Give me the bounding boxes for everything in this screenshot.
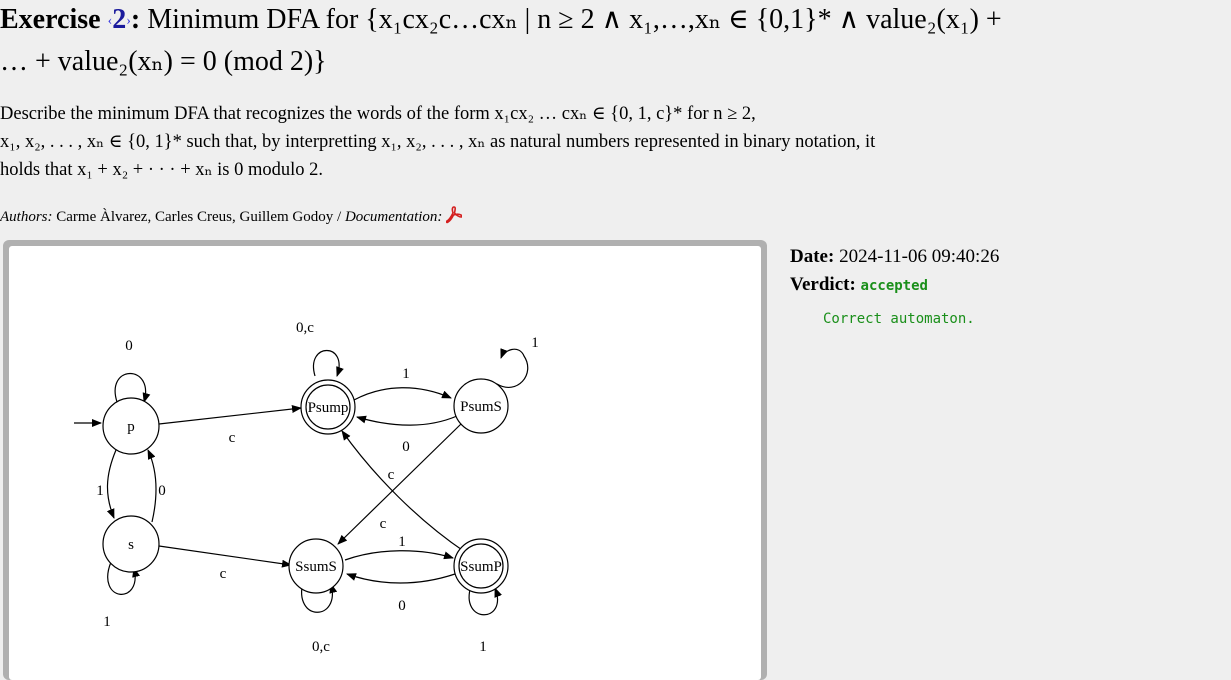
exercise-number[interactable]: 2: [112, 4, 126, 35]
transition-label: 1: [103, 614, 111, 630]
authors-line: Authors: Carme Àlvarez, Carles Creus, Gu…: [0, 206, 463, 226]
verdict-message: Correct automaton.: [823, 311, 975, 327]
transition-label: 0,c: [312, 639, 330, 655]
authors-names: Carme Àlvarez, Carles Creus, Guillem God…: [56, 209, 334, 225]
state-label: s: [128, 537, 134, 553]
problem-description: Describe the minimum DFA that recognizes…: [0, 100, 990, 184]
edge-psums-psump: [356, 415, 458, 426]
transition-label: c: [229, 430, 236, 446]
transition-label: 0,c: [296, 320, 314, 336]
verdict-row: Verdict: accepted: [790, 271, 999, 300]
description-line: x₁, x₂, . . . , xₙ ∈ {0, 1}* such that, …: [0, 132, 876, 152]
edge-psump-psums: [353, 387, 452, 401]
transition-label: c: [220, 566, 227, 582]
transition-label: c: [380, 516, 387, 532]
date-label: Date:: [790, 246, 835, 267]
date-value: 2024-11-06 09:40:26: [839, 246, 1000, 267]
edge-psums-ssums: [337, 423, 462, 545]
state-label: Psump: [308, 400, 349, 416]
psums-loop: [496, 348, 529, 388]
transition-label: 1: [479, 639, 487, 655]
exercise-title: Exercise ‹2›: Minimum DFA for {x₁cx₂c…cx…: [0, 4, 1002, 77]
title-text: Minimum DFA for: [147, 4, 359, 35]
transition-label: c: [388, 467, 395, 483]
transition-label: 1: [96, 483, 104, 499]
transition-label: 0: [158, 483, 166, 499]
edge-s-p: [147, 449, 157, 523]
edge-ssump-ssums: [346, 573, 456, 584]
description-line: Describe the minimum DFA that recognizes…: [0, 104, 756, 124]
psump-loop: [312, 350, 344, 377]
edge-ssums-ssump: [344, 550, 454, 561]
exercise-label: Exercise: [0, 4, 101, 35]
pdf-icon[interactable]: [446, 206, 463, 224]
documentation-label: Documentation:: [344, 209, 443, 225]
state-label: PsumS: [460, 399, 502, 415]
transition-label: 1: [531, 335, 539, 351]
submission-info: Date: 2024-11-06 09:40:26 Verdict: accep…: [790, 243, 999, 300]
automaton-panel: p s Psump PsumS SsumS SsumP 0 1 0,c 1 0,…: [3, 240, 767, 680]
state-label: SsumP: [460, 559, 502, 575]
automaton-canvas: p s Psump PsumS SsumS SsumP 0 1 0,c 1 0,…: [9, 246, 761, 680]
transition-label: 1: [398, 534, 406, 550]
transition-label: 1: [402, 366, 410, 382]
verdict-value: accepted: [860, 278, 928, 294]
state-label: p: [127, 419, 135, 435]
dfa-diagram: p s Psump PsumS SsumS SsumP 0 1 0,c 1 0,…: [74, 320, 539, 655]
state-label: SsumS: [295, 559, 337, 575]
edge-s-ssums: [158, 545, 292, 568]
authors-separator: /: [337, 209, 342, 225]
verdict-label: Verdict:: [790, 274, 856, 295]
title-math-line1: {x₁cx₂c…cxₙ | n ≥ 2 ∧ x₁,…,xₙ ∈ {0,1}* ∧…: [365, 4, 1002, 35]
transition-label: 0: [125, 338, 133, 354]
transition-label: 0: [398, 598, 406, 614]
authors-label: Authors:: [0, 209, 53, 225]
edge-p-s: [106, 449, 117, 519]
title-math-line2: … + value₂(xₙ) = 0 (mod 2)}: [0, 45, 327, 77]
description-line: holds that x₁ + x₂ + · · · + xₙ is 0 mod…: [0, 160, 324, 180]
transition-label: 0: [402, 439, 410, 455]
date-row: Date: 2024-11-06 09:40:26: [790, 243, 999, 271]
edge-p-psump: [158, 405, 302, 425]
